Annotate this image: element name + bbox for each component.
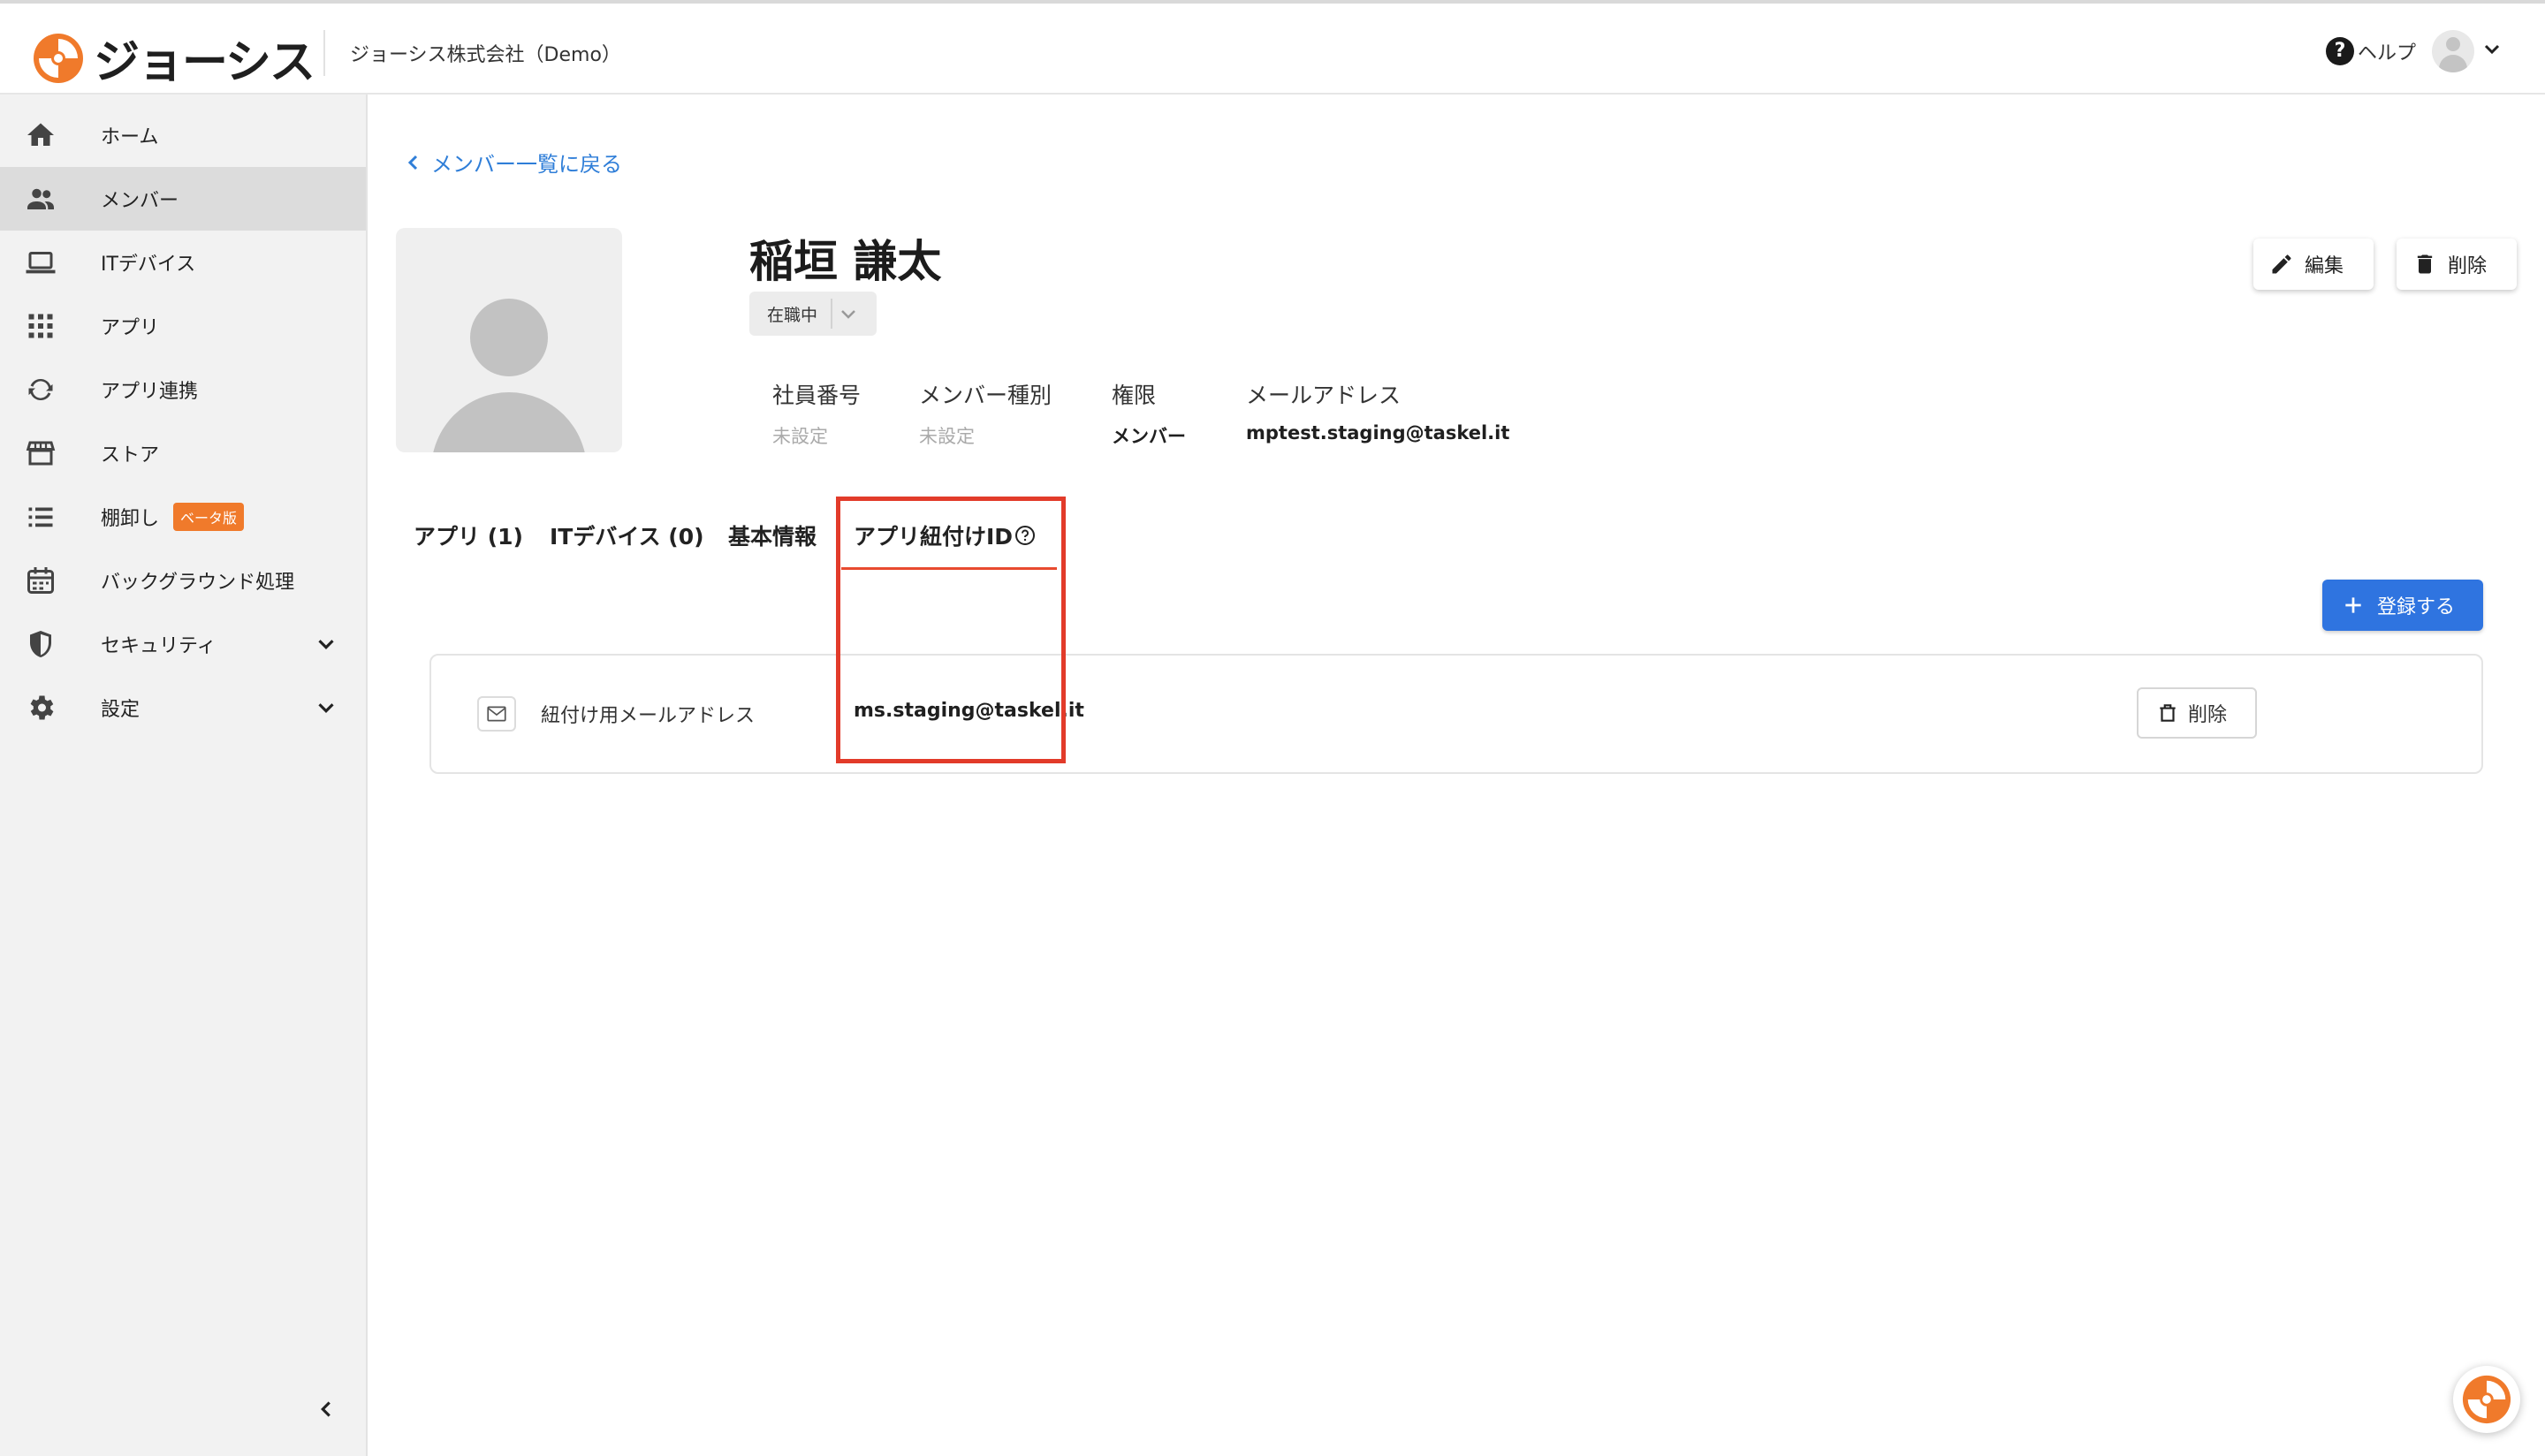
delete-link-id-label: 削除 [2188,704,2228,726]
back-link-label: メンバー一覧に戻る [431,152,622,177]
user-avatar[interactable] [2432,30,2474,72]
sidebar-item-label: 設定 [101,699,141,721]
list-icon [28,507,53,527]
company-name: ジョーシス株式会社（Demo） [350,44,621,66]
header-divider [323,30,325,76]
status-dropdown[interactable]: 在職中 [749,292,877,336]
sidebar: ホームメンバー ITデバイス アプリアプリ連携ストア棚卸し ベータ版バックグラウンド処… [0,95,368,1456]
chevron-down-icon[interactable] [313,694,339,721]
laptop-icon [26,252,56,274]
store-icon [26,441,56,466]
chevron-down-icon[interactable] [313,631,339,657]
support-chat-button[interactable] [2453,1366,2520,1433]
sidebar-item-label: メンバー [101,190,179,212]
tab-basic-info[interactable]: 基本情報 [728,519,817,551]
sidebar-item-label: ストア [101,444,160,466]
sidebar-item-label: バックグラウンド処理 [101,572,295,594]
sync-icon [28,378,53,401]
beta-badge: ベータ版 [173,503,245,531]
mail-icon [487,706,506,722]
logo[interactable]: ジョーシス [32,25,315,91]
chevron-left-icon [407,155,418,170]
people-icon [27,188,54,209]
logo-mark-icon [2462,1375,2511,1424]
field-value-employee-number: 未設定 [772,426,828,447]
sidebar-item[interactable]: アプリ連携 [0,358,366,421]
sidebar-item[interactable]: ITデバイス [0,231,366,294]
field-value-permission: メンバー [1112,426,1186,447]
tab-apps[interactable]: アプリ (1) [414,519,523,551]
link-id-row: 紐付け用メールアドレス ms.staging@taskel.it 削除 [429,654,2483,774]
pencil-icon [2272,254,2291,274]
help-label: ヘルプ [2358,42,2417,64]
edit-button[interactable]: 編集 [2253,239,2374,290]
sidebar-item-label: 棚卸し [101,508,160,530]
sidebar-item-label: ホーム [101,126,159,148]
sidebar-item-label: ITデバイス [101,254,196,276]
delete-member-button[interactable]: 削除 [2397,239,2517,290]
status-label: 在職中 [767,305,818,325]
sidebar-item[interactable]: メンバー [0,167,366,231]
member-name: 稲垣 謙太 [749,236,942,287]
link-id-label: 紐付け用メールアドレス [541,705,756,727]
home-icon [27,123,54,146]
member-photo-placeholder [396,228,622,452]
mail-icon-box [477,696,516,732]
tab-it-devices[interactable]: ITデバイス (0) [550,519,704,551]
field-label-member-type: メンバー種別 [919,383,1052,408]
register-button[interactable]: 登録する [2322,580,2483,631]
sidebar-item-label: アプリ連携 [101,381,199,403]
app-header: ジョーシス ジョーシス株式会社（Demo） ? ヘルプ [0,4,2545,95]
status-divider [831,299,832,329]
shield-icon [30,631,51,657]
calendar-icon [27,567,54,594]
highlight-annotation-box [836,497,1066,763]
back-link[interactable]: メンバー一覧に戻る [403,147,622,178]
help-button[interactable]: ? ヘルプ [2326,37,2416,65]
sidebar-item[interactable]: ストア [0,421,366,485]
sidebar-item[interactable]: 設定 [0,676,366,739]
gear-icon [30,695,54,720]
sidebar-item-label: セキュリティ [101,635,217,657]
sidebar-item[interactable]: バックグラウンド処理 [0,549,366,612]
trash-icon [2417,254,2433,274]
collapse-sidebar-icon[interactable] [313,1396,339,1422]
delete-link-id-button[interactable]: 削除 [2137,687,2257,739]
logo-mark-icon [34,33,83,83]
sidebar-item-label: アプリ [101,317,160,339]
chevron-down-icon[interactable] [2481,39,2503,60]
field-label-permission: 権限 [1112,383,1157,408]
grid-icon [28,314,53,338]
field-label-email: メールアドレス [1246,383,1402,408]
sidebar-item[interactable]: 棚卸し ベータ版 [0,485,366,549]
field-value-member-type: 未設定 [919,426,975,447]
register-label: 登録する [2377,596,2456,618]
field-value-email: mptest.staging@taskel.it [1246,422,1510,444]
delete-label: 削除 [2448,255,2488,277]
logo-text: ジョーシス [94,36,315,89]
sidebar-item[interactable]: セキュリティ [0,612,366,676]
trash-outline-icon [2160,704,2176,722]
sidebar-item[interactable]: アプリ [0,294,366,358]
plus-icon [2345,597,2361,613]
chevron-down-icon [841,310,855,319]
sidebar-item[interactable]: ホーム [0,103,366,167]
field-label-employee-number: 社員番号 [772,383,862,408]
edit-label: 編集 [2305,255,2344,277]
help-icon: ? [2326,37,2354,65]
